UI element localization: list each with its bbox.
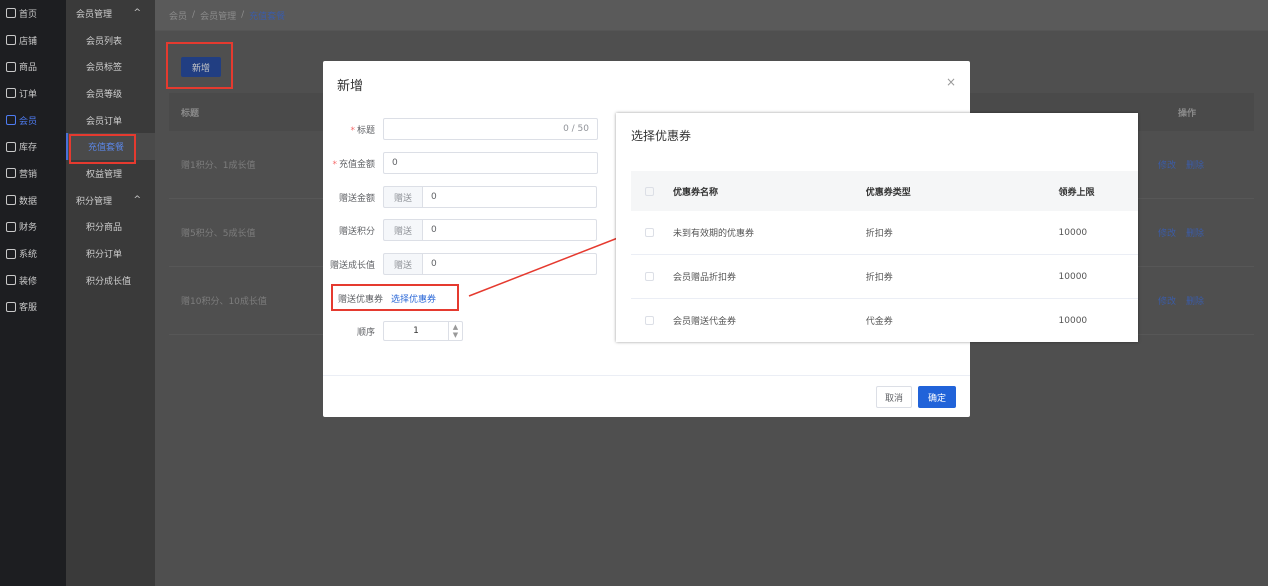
coupon-type: 折扣券 [865,273,893,283]
coupon-row[interactable]: 未到有效期的优惠券 折扣券 10000 [631,211,1138,255]
select-all-checkbox[interactable] [645,186,654,196]
coupon-row[interactable]: 会员赠品折扣券 折扣券 10000 [631,255,1138,299]
coupon-name: 会员赠品折扣券 [672,273,736,283]
coupon-name: 未到有效期的优惠券 [672,229,754,239]
coupon-dialog: 选择优惠券 优惠券名称 优惠券类型 领券上限 未到有效期的优惠券 折扣券 100… [616,113,1138,342]
coupon-type: 折扣券 [865,229,893,239]
row-checkbox[interactable] [645,316,654,325]
col-coupon-limit: 领券上限 [1058,187,1095,198]
coupon-limit: 10000 [1058,227,1088,238]
coupon-limit: 10000 [1058,271,1088,282]
col-coupon-name: 优惠券名称 [672,187,718,198]
coupon-name: 会员赠送代金券 [672,317,736,327]
coupon-table: 优惠券名称 优惠券类型 领券上限 未到有效期的优惠券 折扣券 10000 会员赠… [631,171,1138,342]
col-coupon-type: 优惠券类型 [865,187,911,198]
coupon-type: 代金券 [865,317,893,327]
coupon-row[interactable]: 会员赠送代金券 代金券 10000 [631,299,1138,342]
row-checkbox[interactable] [645,228,654,237]
row-checkbox[interactable] [645,272,654,281]
coupon-table-header: 优惠券名称 优惠券类型 领券上限 [631,171,1138,211]
coupon-dialog-title: 选择优惠券 [631,129,692,143]
coupon-limit: 10000 [1058,315,1088,326]
